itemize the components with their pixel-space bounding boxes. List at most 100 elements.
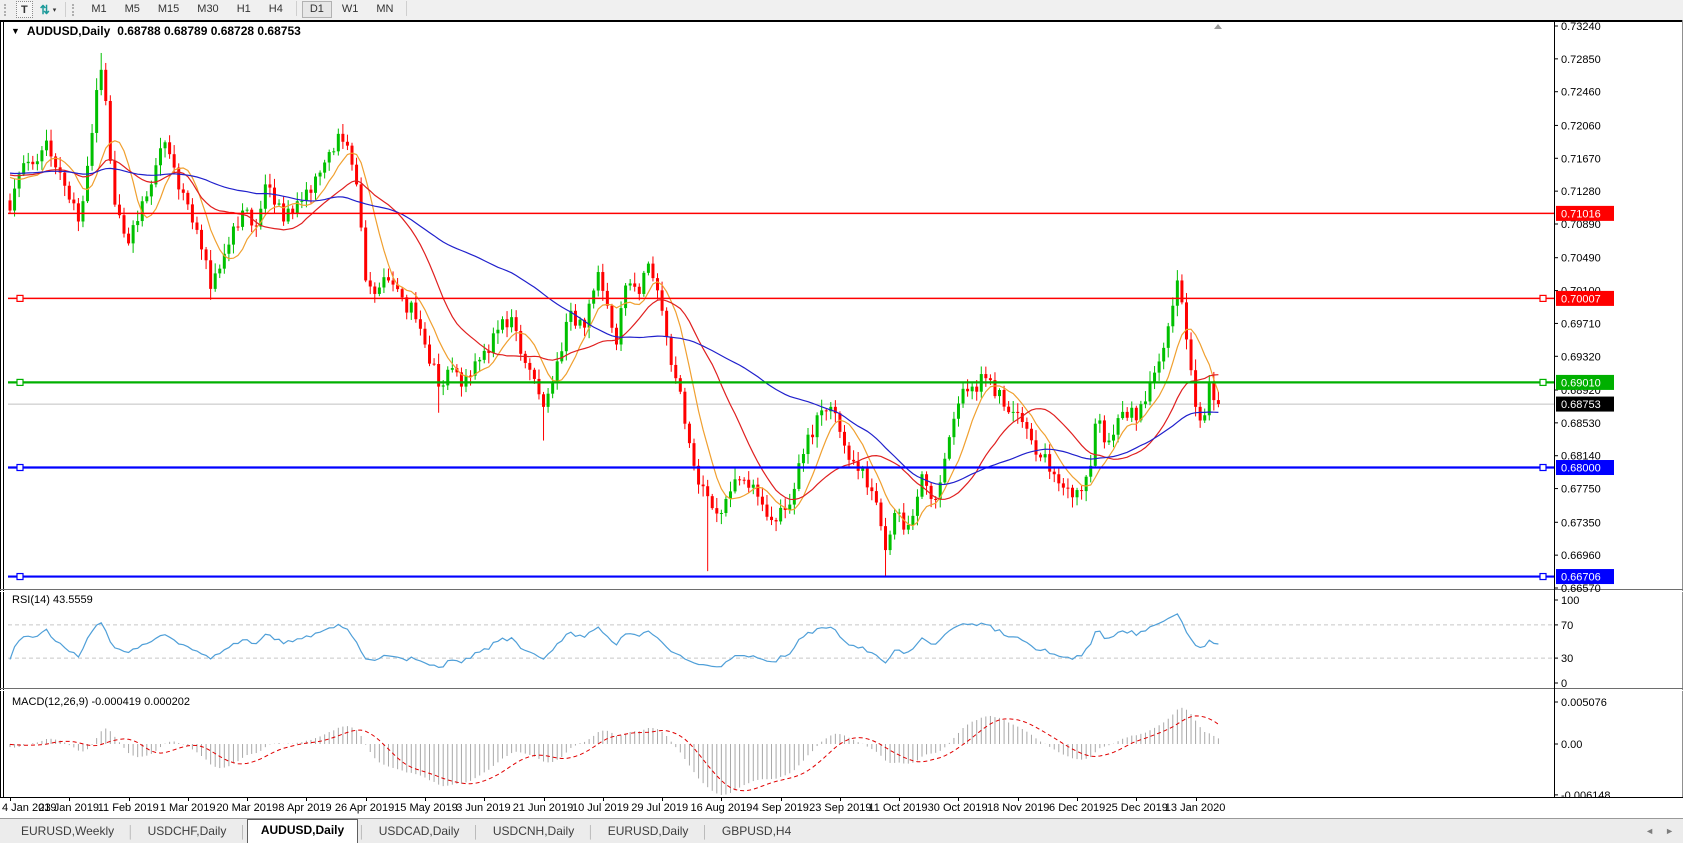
timeframe-button-w1[interactable]: W1: [334, 1, 367, 18]
time-tick-label: 18 Nov 2019: [987, 802, 1049, 814]
price-tick-label: 0.66570: [1561, 583, 1601, 595]
chart-tab-eurusd-weekly[interactable]: EURUSD,Weekly: [8, 820, 127, 843]
time-tick: [840, 798, 841, 801]
toolbar-grip-2[interactable]: [72, 4, 78, 16]
timeframe-button-m30[interactable]: M30: [189, 1, 226, 18]
hline-price-tag: 0.71016: [1556, 206, 1614, 221]
price-tick-label: 0.69710: [1561, 318, 1601, 330]
timeframe-button-m1[interactable]: M1: [83, 1, 114, 18]
time-tick-label: 6 Dec 2019: [1049, 802, 1105, 814]
hline-handle[interactable]: [17, 379, 23, 385]
price-tick-label: 0.72850: [1561, 54, 1601, 66]
macd-scale-label: -0.006148: [1561, 790, 1611, 797]
time-tick: [425, 798, 426, 801]
chart-title: ▼ AUDUSD,Daily 0.68788 0.68789 0.68728 0…: [11, 24, 301, 38]
rsi-scale-label: 30: [1561, 653, 1573, 665]
arrange-icon: ⇅: [40, 4, 50, 16]
text-tool-button[interactable]: T: [16, 1, 33, 18]
arrange-dropdown-button[interactable]: ⇅ ▾: [37, 2, 60, 17]
toolbar-separator: [296, 1, 297, 16]
rsi-scale-label: 100: [1561, 595, 1579, 607]
tab-separator: │: [358, 823, 366, 839]
price-tick-label: 0.72060: [1561, 120, 1601, 132]
svg-text:0.71016: 0.71016: [1561, 208, 1601, 220]
toolbar-separator: [65, 2, 66, 17]
chart-tab-usdcnh-daily[interactable]: USDCNH,Daily: [480, 820, 587, 843]
time-tick: [484, 798, 485, 801]
time-tick-label: 25 Dec 2019: [1106, 802, 1168, 814]
chart-tab-usdchf-daily[interactable]: USDCHF,Daily: [135, 820, 240, 843]
time-tick-label: 30 Oct 2019: [928, 802, 988, 814]
time-axis[interactable]: 4 Jan 201923 Jan 201911 Feb 20191 Mar 20…: [0, 797, 1683, 818]
time-tick: [10, 798, 11, 801]
time-tick: [129, 798, 130, 801]
time-tick: [247, 798, 248, 801]
hline-price-tag: 0.66706: [1556, 569, 1614, 584]
price-tick-label: 0.68530: [1561, 418, 1601, 430]
chart-tab-gbpusd-h4[interactable]: GBPUSD,H4: [709, 820, 804, 843]
chart-quote-values: 0.68788 0.68789 0.68728 0.68753: [117, 24, 301, 38]
chart-tab-eurusd-daily[interactable]: EURUSD,Daily: [595, 820, 702, 843]
chart-canvas[interactable]: RSI(14) 43.5559 MACD(12,26,9) -0.000419 0…: [0, 20, 1683, 797]
macd-scale-label: 0.00: [1561, 739, 1582, 751]
timeframe-button-d1[interactable]: D1: [302, 1, 332, 18]
tab-scroll-left-icon[interactable]: ◄: [1645, 826, 1654, 836]
macd-label: MACD(12,26,9) -0.000419 0.000202: [12, 696, 190, 708]
price-tick-label: 0.67350: [1561, 517, 1601, 529]
time-tick: [1018, 798, 1019, 801]
toolbar-separator: [406, 1, 407, 16]
hline-handle[interactable]: [1540, 574, 1546, 580]
time-tick-label: 8 Apr 2019: [278, 802, 331, 814]
tab-separator: │: [239, 823, 247, 839]
tab-scroll-right-icon[interactable]: ►: [1665, 826, 1674, 836]
hline-handle[interactable]: [17, 465, 23, 471]
toolbar-grip[interactable]: [4, 4, 10, 16]
time-tick: [603, 798, 604, 801]
time-tick-label: 16 Aug 2019: [691, 802, 753, 814]
chart-collapse-icon[interactable]: ▼: [11, 26, 20, 36]
hline-handle[interactable]: [1540, 379, 1546, 385]
timeframe-button-m15[interactable]: M15: [150, 1, 187, 18]
price-tick-label: 0.73240: [1561, 21, 1601, 33]
time-tick-label: 11 Oct 2019: [868, 802, 927, 814]
chart-tab-bar: EURUSD,Weekly│USDCHF,Daily│AUDUSD,Daily│…: [0, 818, 1683, 843]
time-tick: [899, 798, 900, 801]
time-tick: [544, 798, 545, 801]
price-tick-label: 0.66960: [1561, 550, 1601, 562]
macd-scale-label: 0.005076: [1561, 697, 1607, 709]
hline-handle[interactable]: [1540, 295, 1546, 301]
svg-text:0.70007: 0.70007: [1561, 293, 1601, 305]
price-tick-label: 0.67750: [1561, 484, 1601, 496]
time-tick: [721, 798, 722, 801]
rsi-label: RSI(14) 43.5559: [12, 594, 93, 606]
chart-tab-usdcad-daily[interactable]: USDCAD,Daily: [366, 820, 473, 843]
timeframe-button-m5[interactable]: M5: [117, 1, 148, 18]
hline-price-tag: 0.70007: [1556, 291, 1614, 306]
timeframe-button-h4[interactable]: H4: [261, 1, 291, 18]
time-tick-label: 1 Mar 2019: [160, 802, 216, 814]
timeframe-button-h1[interactable]: H1: [229, 1, 259, 18]
chart-tab-audusd-daily[interactable]: AUDUSD,Daily: [247, 819, 358, 843]
timeframe-button-mn[interactable]: MN: [368, 1, 401, 18]
time-tick-label: 13 Jan 2020: [1165, 802, 1226, 814]
price-tick-label: 0.71670: [1561, 153, 1601, 165]
chart-window-top-border: [0, 20, 1683, 22]
time-tick-label: 15 May 2019: [394, 802, 458, 814]
tab-separator: │: [127, 823, 135, 839]
hline-handle[interactable]: [17, 574, 23, 580]
time-tick: [958, 798, 959, 801]
chevron-down-icon: ▾: [53, 6, 57, 14]
hline-handle[interactable]: [1540, 465, 1546, 471]
time-tick: [1136, 798, 1137, 801]
rsi-scale-label: 0: [1561, 678, 1567, 690]
time-tick-label: 26 Apr 2019: [335, 802, 394, 814]
time-tick: [662, 798, 663, 801]
time-tick-label: 11 Feb 2019: [98, 802, 159, 814]
time-tick-label: 21 Jun 2019: [513, 802, 574, 814]
tab-separator: │: [472, 823, 480, 839]
time-tick: [306, 798, 307, 801]
hline-handle[interactable]: [17, 295, 23, 301]
time-tick-label: 4 Sep 2019: [753, 802, 809, 814]
tab-separator: │: [587, 823, 595, 839]
time-tick-label: 23 Sep 2019: [809, 802, 871, 814]
